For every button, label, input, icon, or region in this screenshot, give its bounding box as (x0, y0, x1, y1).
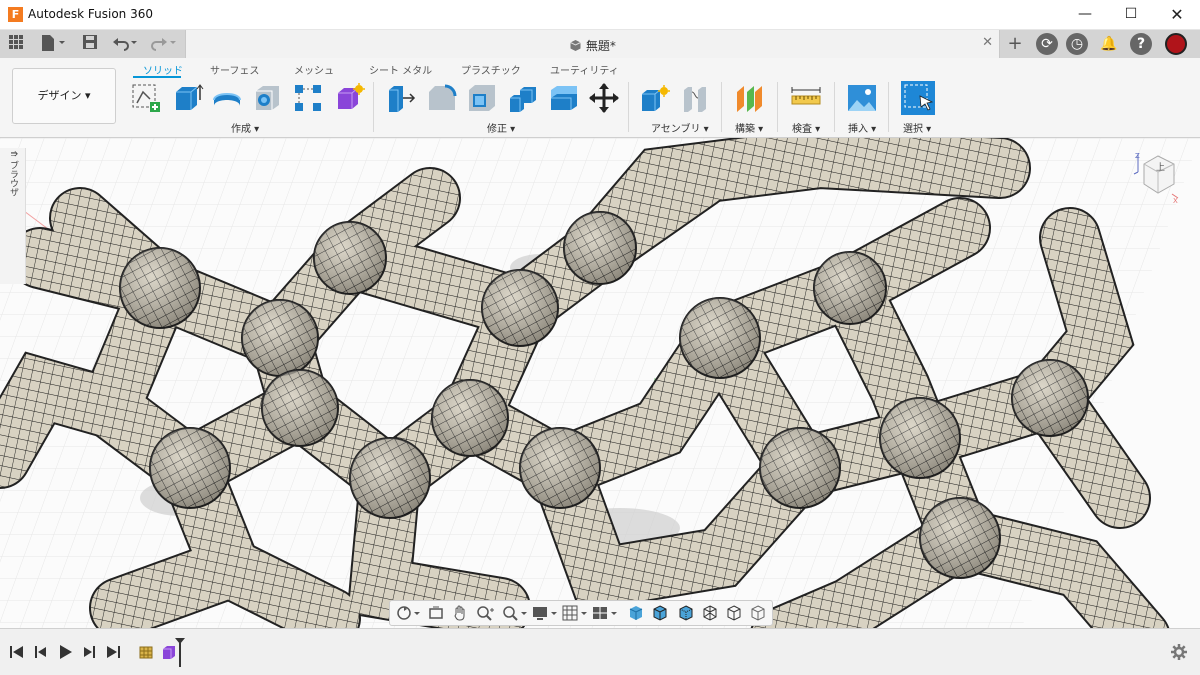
quick-access-bar: 無題* ✕ + ⟳ ◷ 🔔 ? (0, 30, 1200, 58)
tab-surface[interactable]: サーフェス (210, 62, 259, 77)
group-divider (721, 82, 722, 132)
browser-label: ⤊ ブラウザ (6, 150, 20, 196)
pattern-icon[interactable] (292, 82, 322, 114)
step-forward-icon[interactable] (80, 643, 98, 661)
close-tab-icon[interactable]: ✕ (982, 35, 993, 50)
workspace-switcher[interactable]: デザイン ▾ (12, 68, 116, 124)
create-form-icon[interactable] (334, 82, 365, 114)
tab-solid[interactable]: ソリッド (143, 62, 183, 77)
active-tab-underline (133, 76, 181, 78)
group-modify[interactable]: 修正 ▾ (487, 120, 515, 135)
wireframe-icon[interactable] (702, 605, 718, 621)
viewcube[interactable]: Z X 上 (1132, 150, 1180, 206)
press-pull-icon[interactable] (386, 82, 416, 114)
grid-settings-icon[interactable] (562, 605, 588, 621)
orbit-icon[interactable] (396, 605, 422, 621)
mesh-model (0, 138, 1200, 628)
fit-zoom-icon[interactable] (502, 605, 528, 621)
group-insert[interactable]: 挿入 ▾ (848, 120, 876, 135)
notifications-bell-icon[interactable]: 🔔 (1098, 33, 1120, 55)
viewcube-face-label[interactable]: 上 (1156, 162, 1165, 173)
group-assemble[interactable]: アセンブリ ▾ (651, 120, 709, 135)
redo-icon[interactable] (150, 34, 178, 54)
toolbar-ribbon: デザイン ▾ ソリッド サーフェス メッシュ シート メタル プラスチック ユー… (0, 58, 1200, 138)
group-divider (777, 82, 778, 132)
offset-face-icon[interactable] (548, 82, 578, 114)
pan-hand-icon[interactable] (452, 605, 468, 621)
settings-gear-icon[interactable] (1170, 643, 1188, 661)
save-icon[interactable] (82, 34, 98, 54)
file-menu-icon[interactable] (40, 34, 68, 54)
wireframe-visible-icon[interactable] (750, 605, 766, 621)
tab-plastic[interactable]: プラスチック (461, 62, 521, 77)
look-at-icon[interactable] (428, 605, 444, 621)
insert-image-icon[interactable] (846, 82, 876, 114)
shaded-hidden-edges-icon[interactable] (678, 605, 694, 621)
extensions-icon[interactable]: ⟳ (1036, 33, 1058, 55)
fusion-360-window: F Autodesk Fusion 360 — ☐ ✕ 無題* ✕ + ⟳ ◷ … (0, 0, 1200, 675)
go-to-start-icon[interactable] (8, 643, 26, 661)
extrude-icon[interactable] (172, 82, 204, 114)
window-title: Autodesk Fusion 360 (28, 7, 153, 21)
browser-title: ブラウザ (8, 160, 18, 197)
data-panel-grid-icon[interactable] (8, 34, 24, 54)
svg-text:X: X (1173, 197, 1178, 205)
measure-icon[interactable] (790, 82, 821, 114)
canvas-viewport[interactable] (0, 138, 1200, 628)
svg-text:Z: Z (1135, 152, 1140, 160)
undo-icon[interactable] (112, 34, 140, 54)
offset-plane-icon[interactable] (734, 82, 764, 114)
browser-toggle-icon[interactable]: ⤊ (8, 150, 18, 158)
group-inspect[interactable]: 検査 ▾ (792, 120, 820, 135)
viewports-icon[interactable] (592, 605, 618, 621)
select-icon[interactable] (900, 80, 936, 116)
job-status-clock-icon[interactable]: ◷ (1066, 33, 1088, 55)
joint-icon[interactable] (680, 82, 710, 114)
shaded-edges-icon[interactable] (652, 605, 668, 621)
tab-utilities[interactable]: ユーティリティ (550, 62, 619, 77)
document-tab[interactable]: 無題* ✕ (185, 30, 1000, 58)
title-bar: F Autodesk Fusion 360 — ☐ ✕ (0, 0, 1200, 30)
maximize-button[interactable]: ☐ (1108, 0, 1154, 30)
wireframe-hidden-icon[interactable] (726, 605, 742, 621)
group-construct[interactable]: 構築 ▾ (735, 120, 763, 135)
timeline-bar (0, 628, 1200, 675)
browser-panel[interactable]: ⤊ ブラウザ (0, 148, 26, 284)
fusion-app-icon: F (8, 7, 23, 22)
tab-sheet-metal[interactable]: シート メタル (369, 62, 432, 77)
timeline-marker-icon[interactable] (174, 637, 186, 667)
document-name: 無題* (186, 37, 999, 54)
help-icon[interactable]: ? (1130, 33, 1152, 55)
group-divider (834, 82, 835, 132)
tab-mesh[interactable]: メッシュ (294, 62, 334, 77)
shaded-visual-style-icon[interactable] (628, 605, 644, 621)
sweep-hole-icon[interactable] (252, 82, 282, 114)
play-icon[interactable] (56, 643, 74, 661)
navigation-toolbar (389, 600, 773, 626)
timeline-mesh-feature-icon[interactable] (138, 643, 156, 661)
close-window-button[interactable]: ✕ (1154, 0, 1200, 30)
group-divider (628, 82, 629, 132)
combine-icon[interactable] (507, 82, 537, 114)
group-select[interactable]: 選択 ▾ (903, 120, 931, 135)
move-copy-icon[interactable] (588, 82, 619, 114)
minimize-button[interactable]: — (1062, 0, 1108, 30)
new-component-icon[interactable] (640, 82, 670, 114)
go-to-end-icon[interactable] (104, 643, 122, 661)
component-cube-icon (570, 40, 581, 51)
shell-icon[interactable] (466, 82, 496, 114)
zoom-icon[interactable] (476, 605, 496, 621)
revolve-icon[interactable] (211, 82, 241, 114)
display-settings-icon[interactable] (532, 605, 558, 621)
document-title: 無題* (585, 39, 616, 53)
fillet-icon[interactable] (426, 82, 457, 114)
new-tab-plus-icon[interactable]: + (1006, 34, 1024, 54)
group-create[interactable]: 作成 ▾ (231, 120, 259, 135)
user-avatar[interactable] (1165, 33, 1187, 55)
group-divider (373, 82, 374, 132)
step-back-icon[interactable] (32, 643, 50, 661)
create-sketch-icon[interactable] (130, 82, 160, 114)
group-divider (888, 82, 889, 132)
